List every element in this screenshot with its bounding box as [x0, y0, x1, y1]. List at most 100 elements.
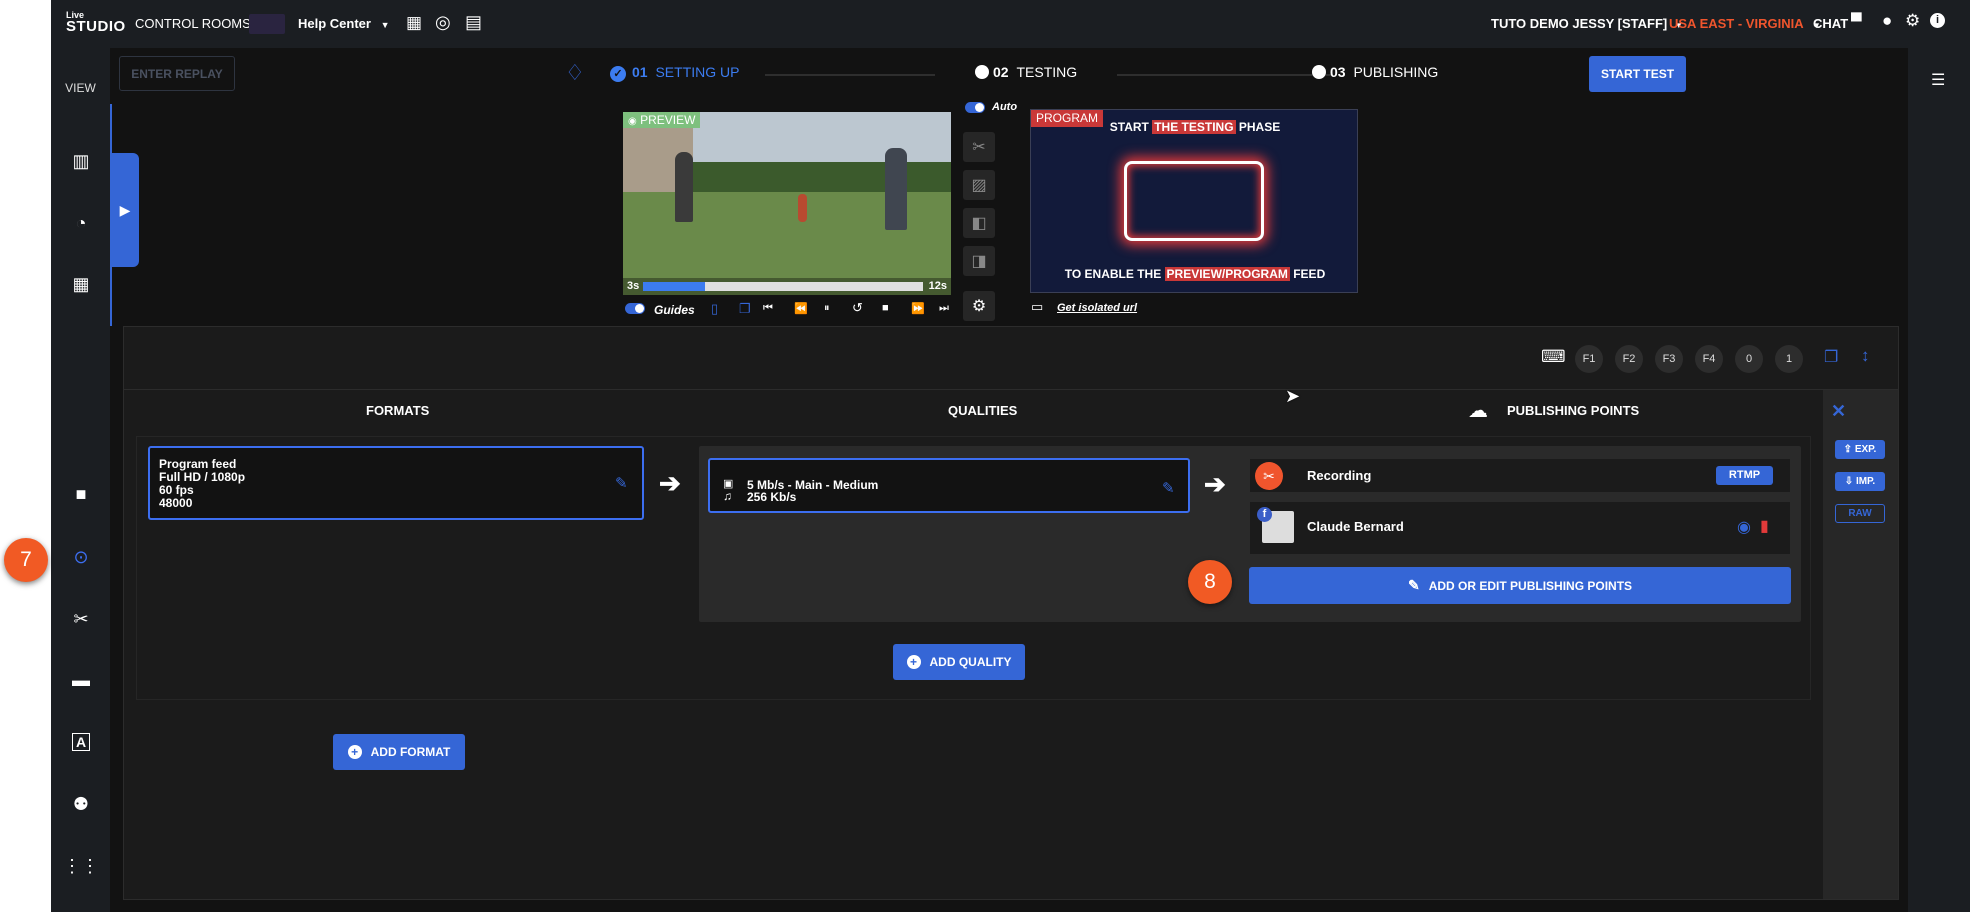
step1-number: 01 — [632, 64, 648, 80]
publishing-point-row[interactable]: ✂ Recording RTMP — [1250, 459, 1790, 492]
add-edit-publishing-label: ADD OR EDIT PUBLISHING POINTS — [1428, 578, 1633, 593]
pause-icon[interactable]: ⏸ — [824, 302, 830, 315]
import-label: IMP. — [1855, 476, 1876, 487]
step-testing[interactable]: 02 TESTING — [975, 64, 1077, 80]
broadcast-icon[interactable]: ⊙ — [65, 541, 97, 573]
layout-grid-icon[interactable]: ▤ — [465, 12, 482, 33]
replay-icon[interactable]: ↺ — [852, 300, 863, 316]
callout-8: 8 — [1188, 560, 1232, 604]
export-button[interactable]: ⇪ EXP. — [1835, 440, 1885, 459]
wipe-right-icon[interactable]: ◧ — [963, 208, 995, 238]
format-card[interactable]: Program feed Full HD / 1080p 60 fps 4800… — [148, 446, 644, 520]
preview-label: ◉ PREVIEW — [623, 112, 701, 128]
pencil-icon[interactable]: ✎ — [1162, 479, 1175, 497]
subtitles-icon[interactable]: ▬ — [65, 664, 97, 696]
time-end: 12s — [928, 280, 947, 292]
enter-replay-button[interactable]: ENTER REPLAY — [119, 56, 235, 91]
raw-button[interactable]: RAW — [1835, 504, 1885, 523]
step-forward-icon[interactable]: ⏩ — [911, 302, 925, 315]
preview-player[interactable]: ◉ PREVIEW 3s 12s — [623, 112, 951, 295]
publishing-point-row[interactable]: f Claude Bernard ◉ ▮ — [1250, 502, 1790, 554]
program-message-top: START THE TESTING PHASE — [1031, 120, 1359, 134]
guides-toggle[interactable] — [625, 303, 645, 314]
add-quality-button[interactable]: + ADD QUALITY — [893, 644, 1025, 680]
close-icon[interactable]: ✕ — [1831, 401, 1846, 422]
progress-track[interactable] — [643, 282, 923, 291]
format-rate: 48000 — [159, 496, 193, 510]
copy-icon[interactable]: ❐ — [739, 301, 751, 317]
monitor-icon: ▭ — [1031, 299, 1044, 314]
shortcut-1[interactable]: 1 — [1775, 345, 1803, 373]
settings-gear-icon[interactable]: ⚙ — [963, 291, 995, 321]
format-resolution: Full HD / 1080p — [159, 470, 246, 484]
import-button[interactable]: ⇩ IMP. — [1835, 472, 1885, 491]
eye-icon[interactable]: ◉ — [1737, 517, 1751, 537]
step-back-icon[interactable]: ⏪ — [794, 302, 808, 315]
trash-icon[interactable]: ▮ — [1760, 516, 1769, 536]
download-icon: ⇩ — [1844, 476, 1854, 487]
facebook-icon: f — [1257, 507, 1272, 522]
skip-end-icon[interactable]: ⏭ — [939, 302, 949, 315]
region-label: USA EAST - VIRGINIA — [1669, 16, 1804, 31]
step-setting-up[interactable]: ✓ 01 SETTING UP — [610, 64, 739, 82]
calendar-icon[interactable]: ▦ — [406, 13, 422, 33]
add-format-button[interactable]: + ADD FORMAT — [333, 734, 465, 770]
fade-transition-icon[interactable]: ▨ — [963, 170, 995, 200]
program-text: START — [1109, 120, 1153, 134]
account-label: TUTO DEMO JESSY [STAFF] — [1491, 16, 1668, 31]
dashboard-icon[interactable]: ▦ — [65, 268, 97, 300]
resize-vertical-icon[interactable]: ↕ — [1861, 346, 1870, 366]
sidebar-expand-tab[interactable]: ▶ — [111, 153, 139, 267]
shortcut-0[interactable]: 0 — [1735, 345, 1763, 373]
keyboard-icon[interactable]: ⌨ — [1541, 347, 1566, 367]
chart-icon[interactable]: ▥ — [65, 145, 97, 177]
stop-icon[interactable]: ■ — [882, 302, 889, 314]
app-logo[interactable]: Live STUDIO — [66, 10, 126, 34]
skip-start-icon[interactable]: ⏮ — [763, 302, 773, 315]
step-publishing[interactable]: 03 PUBLISHING — [1312, 64, 1438, 80]
shortcut-f3[interactable]: F3 — [1655, 345, 1683, 373]
top-bar: Live STUDIO CONTROL ROOMS Help Center ▼ … — [51, 0, 1970, 48]
publishing-points-header: PUBLISHING POINTS — [1507, 403, 1640, 418]
shortcut-f4[interactable]: F4 — [1695, 345, 1723, 373]
camera-icon[interactable]: ■ — [65, 478, 97, 510]
arrow-right-icon: ➔ — [1204, 469, 1226, 499]
lightbulb-icon[interactable]: ♢ — [565, 60, 585, 86]
scissors-icon[interactable]: ✂ — [65, 603, 97, 635]
user-icon[interactable]: ● — [1882, 11, 1892, 31]
region-dropdown[interactable]: USA EAST - VIRGINIA ▼ — [1669, 16, 1821, 31]
shortcut-f1[interactable]: F1 — [1575, 345, 1603, 373]
users-icon[interactable]: ⚉ — [65, 788, 97, 820]
lifebuoy-icon[interactable]: ◎ — [435, 12, 451, 33]
cut-transition-icon[interactable]: ✂ — [963, 132, 995, 162]
pencil-icon[interactable]: ✎ — [615, 474, 628, 492]
start-test-button[interactable]: START TEST — [1589, 56, 1686, 92]
get-isolated-url-link[interactable]: Get isolated url — [1057, 302, 1137, 314]
add-edit-publishing-points-button[interactable]: ✎ ADD OR EDIT PUBLISHING POINTS — [1249, 567, 1791, 604]
quality-card[interactable]: ▣ 5 Mb/s - Main - Medium ♫ 256 Kb/s ✎ — [708, 458, 1190, 513]
control-rooms-link[interactable]: CONTROL ROOMS — [135, 16, 251, 31]
account-dropdown[interactable]: TUTO DEMO JESSY [STAFF] ▼ — [1491, 16, 1683, 31]
panel-icon[interactable]: ☰ — [1931, 70, 1945, 90]
player-figure — [885, 148, 907, 230]
windows-icon[interactable]: ❐ — [1824, 347, 1838, 367]
auto-toggle[interactable] — [965, 102, 985, 113]
program-monitor[interactable]: PROGRAM START THE TESTING PHASE TO ENABL… — [1030, 109, 1358, 293]
chat-link[interactable]: CHAT — [1813, 16, 1848, 31]
mobile-icon[interactable]: ▯ — [711, 301, 718, 317]
text-icon[interactable]: A — [65, 726, 97, 758]
wipe-left-icon[interactable]: ◨ — [963, 246, 995, 276]
upload-icon: ⇪ — [1843, 444, 1853, 455]
chat-bubble-icon[interactable]: ▀ — [1851, 13, 1862, 30]
help-center-dropdown[interactable]: Help Center ▼ — [298, 16, 390, 31]
cloud-upload-icon: ☁ — [1468, 400, 1488, 422]
eye-icon: ◉ — [628, 116, 637, 127]
step-connector-2 — [1117, 74, 1332, 76]
time-start: 3s — [627, 280, 640, 292]
shortcut-f2[interactable]: F2 — [1615, 345, 1643, 373]
speedometer-icon[interactable]: ◔ — [65, 207, 97, 239]
sliders-icon[interactable]: ⋮⋮ — [63, 850, 99, 882]
preview-trees — [693, 162, 951, 192]
gear-icon[interactable]: ⚙ — [1905, 11, 1920, 31]
info-icon[interactable]: i — [1930, 13, 1945, 28]
